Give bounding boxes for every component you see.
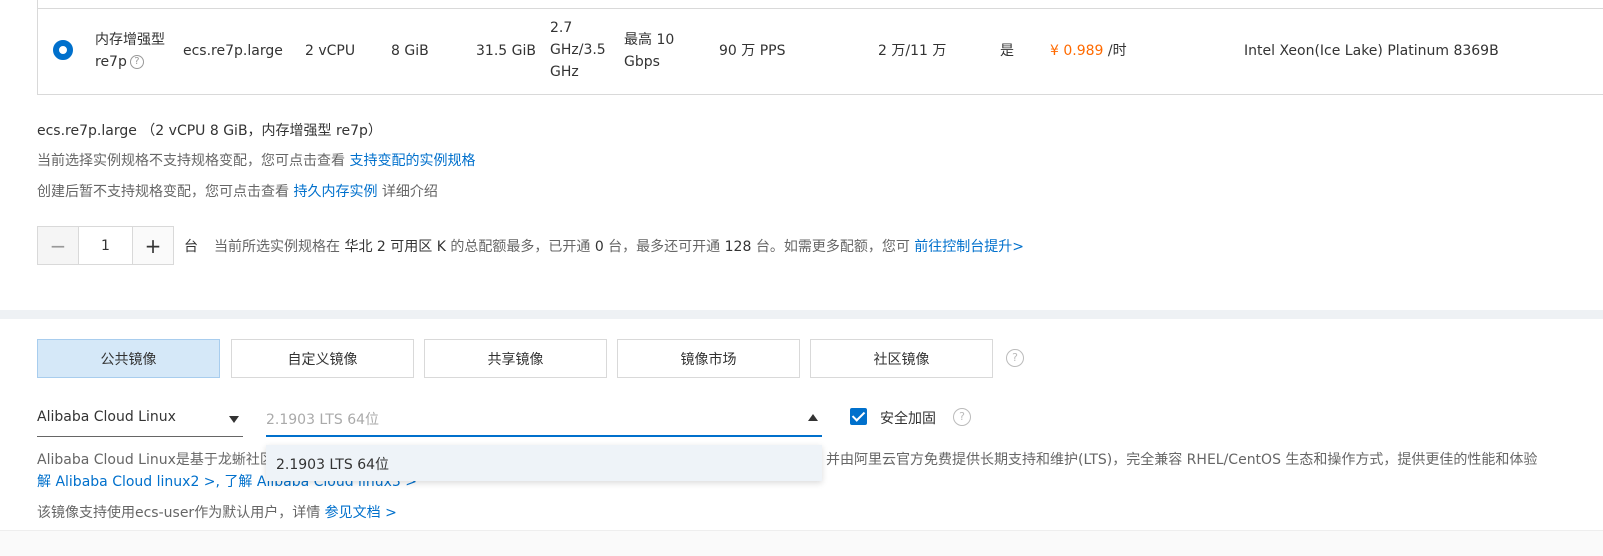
help-icon[interactable]: ? [129, 55, 144, 69]
increase-quota-link[interactable]: 前往控制台提升> [914, 239, 1024, 255]
table-top-border [37, 0, 1603, 8]
version-dropdown: 2.1903 LTS 64位 [266, 445, 822, 481]
desc-text: ，并由阿里云官方免费提供长期支持和维护(LTS)，完全兼容 RHEL/CentO… [812, 452, 1538, 468]
net-line: Gbps [624, 54, 660, 70]
quota-opened: 0 [594, 239, 604, 255]
help-icon[interactable]: ? [1006, 349, 1024, 367]
instance-pps: 90 万 PPS [719, 43, 786, 59]
freq-line: GHz [550, 64, 579, 80]
increment-button[interactable]: + [133, 227, 173, 264]
default-user-note: 该镜像支持使用ecs-user作为默认用户，详情 参见文档 > [37, 502, 397, 522]
instance-spec: ecs.re7p.large [183, 43, 283, 59]
family-code: re7p [95, 54, 127, 70]
instance-memory: 8 GiB [391, 43, 429, 59]
instance-connections: 2 万/11 万 [878, 43, 947, 59]
quota-note: 当前所选实例规格在 华北 2 可用区 K 的总配额最多，已开通 0 台，最多还可… [214, 236, 1024, 256]
quota-text: 台。如需更多配额，您可 [751, 239, 915, 255]
decrement-button[interactable]: − [38, 227, 78, 264]
version-placeholder: 2.1903 LTS 64位 [266, 412, 380, 428]
persistent-memory-link[interactable]: 持久内存实例 [293, 184, 377, 200]
quota-region: 华北 2 可用区 K [344, 239, 446, 255]
net-line: 最高 10 [624, 32, 675, 48]
help-icon[interactable]: ? [953, 408, 971, 426]
instance-table-row[interactable]: 内存增强型 re7p? ecs.re7p.large 2 vCPU 8 GiB … [37, 8, 1603, 95]
freq-line: 2.7 [550, 20, 573, 36]
instance-price: ¥ 0.989 /时 [1050, 40, 1127, 62]
docs-link[interactable]: 参见文档 > [325, 505, 397, 521]
note-text: 当前选择实例规格不支持规格变配，您可点击查看 [37, 153, 350, 169]
price-value: ¥ 0.989 [1050, 43, 1104, 59]
quantity-input[interactable]: 1 [78, 227, 133, 264]
version-option[interactable]: 2.1903 LTS 64位 [276, 454, 389, 474]
freq-line: GHz/3.5 [550, 42, 606, 58]
quota-text: 的总配额最多，已开通 [445, 239, 595, 255]
tab-custom-image[interactable]: 自定义镜像 [231, 339, 414, 378]
instance-family: 内存增强型 re7p? [95, 29, 165, 73]
family-name: 内存增强型 [95, 32, 165, 48]
instance-mem-bandwidth: 31.5 GiB [476, 43, 536, 59]
instance-section: 内存增强型 re7p? ecs.re7p.large 2 vCPU 8 GiB … [0, 0, 1603, 318]
tab-public-image[interactable]: 公共镜像 [37, 339, 220, 378]
instance-radio-selected[interactable] [53, 40, 73, 60]
tab-image-market[interactable]: 镜像市场 [617, 339, 800, 378]
tab-community-image[interactable]: 社区镜像 [810, 339, 993, 378]
summary-spec: ecs.re7p.large [37, 123, 137, 139]
persistent-memory-note: 创建后暂不支持规格变配，您可点击查看 持久内存实例 详细介绍 [37, 181, 438, 201]
security-hardening-checkbox[interactable] [850, 408, 867, 425]
chevron-down-icon [229, 416, 239, 423]
price-unit: /时 [1103, 43, 1127, 59]
instance-ipv6: 是 [1000, 43, 1014, 59]
quantity-unit: 台 [184, 239, 198, 255]
selected-spec-summary: ecs.re7p.large （2 vCPU 8 GiB，内存增强型 re7p） [37, 120, 382, 140]
image-section: 公共镜像 自定义镜像 共享镜像 镜像市场 社区镜像 ? Alibaba Clou… [0, 319, 1603, 556]
section-divider [0, 310, 1603, 319]
desc-text: Alibaba Cloud Linux是基于龙蜥社区 [37, 452, 274, 468]
version-select[interactable]: 2.1903 LTS 64位 [266, 403, 822, 437]
note-text: 创建后暂不支持规格变配，您可点击查看 [37, 184, 294, 200]
instance-vcpu: 2 vCPU [305, 43, 356, 59]
note-suffix: 详细介绍 [377, 184, 438, 200]
instance-frequency: 2.7 GHz/3.5 GHz [550, 17, 606, 83]
resize-note: 当前选择实例规格不支持规格变配，您可点击查看 支持变配的实例规格 [37, 150, 475, 170]
tab-shared-image[interactable]: 共享镜像 [424, 339, 607, 378]
instance-network: 最高 10 Gbps [624, 29, 674, 73]
quota-text: 当前所选实例规格在 [214, 239, 345, 255]
quantity-stepper: − 1 + [37, 226, 174, 265]
quota-remaining: 128 [724, 239, 752, 255]
instance-cpu-model: Intel Xeon(Ice Lake) Platinum 8369B [1244, 43, 1499, 59]
summary-detail: （2 vCPU 8 GiB，内存增强型 re7p） [141, 123, 382, 139]
note-text: 该镜像支持使用ecs-user作为默认用户，详情 [37, 505, 325, 521]
quota-text: 台，最多还可开通 [603, 239, 725, 255]
os-select[interactable]: Alibaba Cloud Linux [37, 403, 243, 437]
resizable-specs-link[interactable]: 支持变配的实例规格 [349, 153, 475, 169]
footer-shade [0, 530, 1603, 556]
chevron-up-icon [808, 414, 818, 421]
security-hardening-label: 安全加固 [880, 411, 936, 427]
os-select-value: Alibaba Cloud Linux [37, 409, 176, 425]
